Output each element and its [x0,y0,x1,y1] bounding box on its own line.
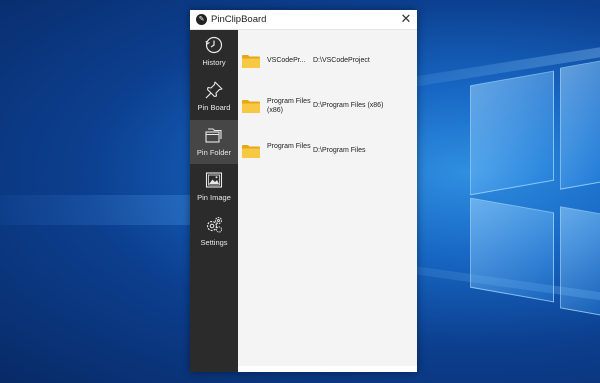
folder-name: Program Files [267,143,311,150]
sidebar-item-label: Pin Image [197,193,231,202]
folder-path: D:\Program Files [313,147,366,154]
window-title: PinClipBoard [211,14,267,25]
list-item[interactable]: Program Files (x86) D:\Program Files (x8… [238,89,417,123]
folder-icon [242,55,260,68]
app-logo-icon: ✎ [196,14,207,25]
title-bar[interactable]: ✎ PinClipBoard ✕ [190,10,417,30]
sidebar-item-pin-folder[interactable]: Pin Folder [190,120,238,164]
sidebar: History Pin Board Pin Folder Pin Image S… [190,30,238,372]
folder-name: Program Files (x86) [267,98,311,114]
folder-path: D:\VSCodeProject [313,57,370,64]
app-window: ✎ PinClipBoard ✕ History Pin Board Pin F… [190,10,417,372]
folder-icon [242,145,260,158]
image-icon [205,172,223,188]
close-button[interactable]: ✕ [398,11,414,27]
folder-path: D:\Program Files (x86) [313,102,384,109]
status-strip [238,366,417,372]
sidebar-item-label: Settings [200,238,228,247]
folders-icon [205,128,222,143]
sidebar-item-pin-board[interactable]: Pin Board [190,75,238,119]
light-beam [0,195,190,225]
folder-icon [242,100,260,113]
gears-icon [206,216,223,233]
sidebar-item-pin-image[interactable]: Pin Image [190,165,238,209]
list-item[interactable]: VSCodePr... D:\VSCodeProject [238,44,417,78]
history-clock-icon [205,36,223,54]
pinned-folder-list: VSCodePr... D:\VSCodeProject Program Fil… [238,30,417,366]
windows-logo-pane [470,197,554,303]
sidebar-item-history[interactable]: History [190,30,238,74]
sidebar-item-settings[interactable]: Settings [190,210,238,254]
list-item[interactable]: Program Files D:\Program Files [238,134,417,168]
sidebar-item-label: Pin Board [197,103,231,112]
windows-logo-pane [560,60,600,190]
sidebar-item-label: History [202,58,226,67]
folder-name: VSCodePr... [267,57,306,64]
windows-logo-pane [560,206,600,316]
pushpin-icon [205,81,223,99]
sidebar-item-label: Pin Folder [196,148,232,157]
windows-logo-pane [470,70,554,196]
